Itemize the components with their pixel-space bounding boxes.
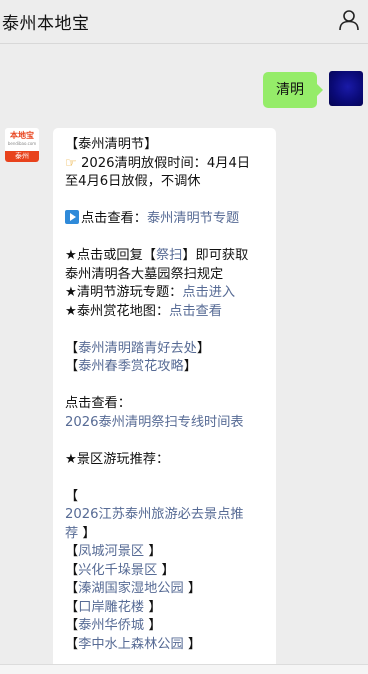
msg-line: 【泰州清明节】: [65, 137, 158, 152]
sweep-link[interactable]: 祭扫: [156, 248, 182, 263]
chat-area[interactable]: 清明 本地宝 bendibao.com 泰州 【泰州清明节】 ☞ 2026清明放假…: [0, 44, 368, 674]
bracket: 【: [65, 618, 79, 633]
bracket: 】: [183, 581, 202, 596]
bracket: 】: [183, 636, 202, 652]
msg-line: 点击查看：: [65, 396, 131, 411]
enter-link[interactable]: 点击进入: [182, 285, 235, 300]
logo-subtext: bendibao.com: [7, 141, 37, 146]
bus-schedule-link[interactable]: 2026泰州清明祭扫专线时间表: [65, 414, 266, 433]
bracket: 【: [65, 581, 79, 596]
bracket: 【: [65, 599, 79, 615]
flower-map-link[interactable]: 点击查看: [169, 304, 222, 319]
msg-line: ☞ 2026清明放假时间：4月4日: [65, 155, 266, 174]
bot-avatar[interactable]: 本地宝 bendibao.com 泰州: [5, 128, 39, 162]
outgoing-message[interactable]: 清明: [263, 72, 323, 108]
msg-line: ★泰州赏花地图：点击查看: [65, 303, 266, 322]
bracket: 】: [144, 618, 162, 633]
spot-link[interactable]: 凤城河景区: [78, 544, 144, 559]
msg-text: 】: [183, 359, 197, 374]
user-icon[interactable]: [338, 9, 360, 31]
spot-link[interactable]: 兴化千垛景区: [78, 563, 157, 578]
logo-city: 泰州: [5, 151, 39, 162]
spot-link[interactable]: 口岸雕花楼: [78, 600, 144, 615]
msg-text: ★点击或回复【: [65, 248, 156, 263]
spot-link[interactable]: 泰州华侨城: [78, 618, 144, 633]
msg-text: 】: [196, 340, 211, 356]
topic-link[interactable]: 泰州清明节专题: [147, 211, 239, 226]
spot-item: 【口岸雕花楼 】: [65, 599, 266, 618]
spot-item: 【泰州华侨城 】: [65, 617, 266, 636]
play-icon: [65, 210, 79, 224]
msg-text: 点击查看：: [81, 211, 147, 226]
msg-line: 泰州清明各大墓园祭扫规定: [65, 266, 224, 282]
spot-item: 【李中水上森林公园 】: [65, 636, 266, 655]
bracket: 【: [65, 562, 79, 578]
msg-text: 】即可获取: [182, 248, 249, 263]
msg-line: ★景区游玩推荐：: [65, 451, 170, 467]
incoming-message: 【泰州清明节】 ☞ 2026清明放假时间：4月4日 至4月6日放假，不调休 点击查…: [53, 128, 276, 674]
bracket: 】: [144, 599, 162, 615]
bracket: 】: [144, 544, 162, 559]
spot-item: 【凤城河景区 】: [65, 543, 266, 562]
msg-line: 至4月6日放假，不调休: [65, 174, 201, 189]
spot-item: 【兴化千垛景区 】: [65, 562, 266, 581]
spot-link[interactable]: 李中水上森林公园: [78, 637, 184, 652]
top-bar: 泰州本地宝: [0, 0, 368, 44]
spot-item: 【溱湖国家湿地公园 】: [65, 580, 266, 599]
msg-text: 2026清明放假时间：4月4日: [81, 155, 251, 171]
msg-line: 点击查看：泰州清明节专题: [65, 210, 266, 229]
msg-line: 【泰州清明踏青好去处】: [65, 340, 266, 359]
spot-link[interactable]: 溱湖国家湿地公园: [78, 581, 184, 596]
msg-text: 【: [65, 340, 79, 356]
msg-line: 荐 】: [65, 525, 266, 544]
my-avatar[interactable]: [329, 71, 363, 106]
msg-text: ★清明节游玩专题：: [65, 285, 183, 300]
msg-text: 】: [82, 525, 96, 541]
msg-line: ★点击或回复【祭扫】即可获取: [65, 247, 266, 266]
attractions-link[interactable]: 2026江苏泰州旅游必去景点推: [65, 506, 266, 525]
msg-line: 【: [65, 488, 79, 504]
msg-text: ★泰州赏花地图：: [65, 303, 170, 319]
logo-text: 本地宝: [10, 131, 34, 140]
pointing-hand-icon: ☞: [65, 155, 77, 171]
outing-link[interactable]: 泰州清明踏青好去处: [78, 341, 197, 356]
msg-text: 【: [65, 359, 79, 374]
msg-line: ★清明节游玩专题：点击进入: [65, 284, 266, 303]
bracket: 【: [65, 636, 79, 652]
attractions-link[interactable]: 荐: [65, 526, 78, 541]
input-bar[interactable]: [0, 664, 368, 674]
bracket: 】: [157, 562, 175, 578]
msg-line: 【泰州春季赏花攻略】: [65, 358, 266, 377]
page-title: 泰州本地宝: [2, 14, 90, 34]
bracket: 【: [65, 544, 79, 559]
flower-guide-link[interactable]: 泰州春季赏花攻略: [78, 359, 184, 374]
